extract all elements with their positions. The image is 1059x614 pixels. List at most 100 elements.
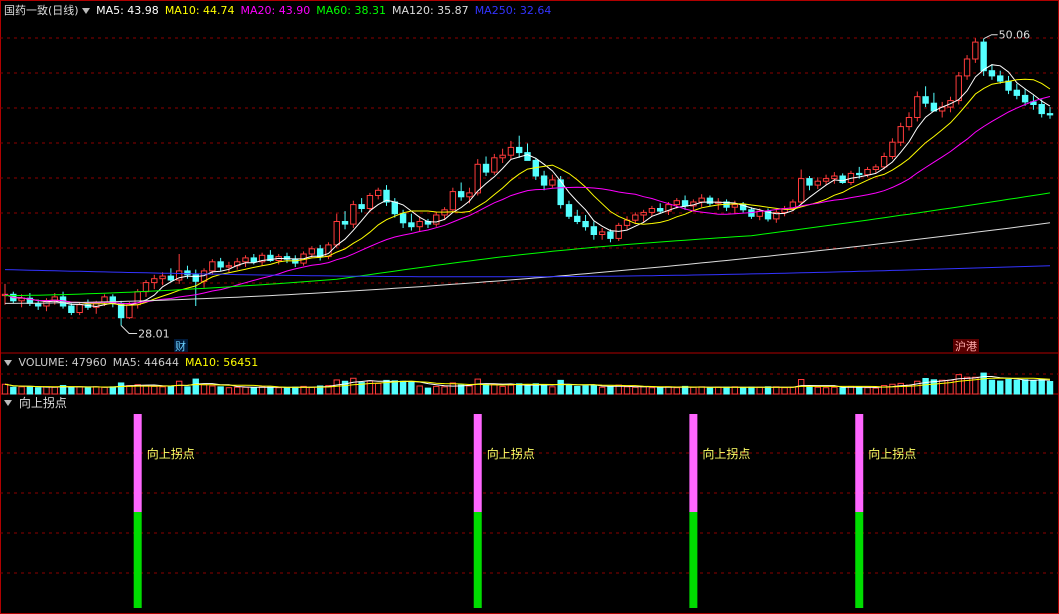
volume-bar-up	[308, 386, 316, 395]
volume-bar-up	[275, 387, 282, 395]
candle-up	[897, 126, 904, 143]
candle-up	[366, 195, 374, 209]
candle-down	[408, 222, 415, 228]
volume-bar-up	[366, 380, 374, 395]
volume-bar-down	[590, 384, 598, 395]
volume-bar-up	[872, 387, 880, 395]
candle-up	[963, 58, 971, 77]
candle-up	[491, 157, 498, 173]
volume-bar-up	[673, 387, 680, 395]
candle-down	[565, 204, 573, 217]
volume-bar-down	[582, 385, 589, 395]
candle-down	[524, 152, 531, 161]
volume-bar-down	[424, 387, 432, 395]
volume-bar-up	[773, 386, 780, 395]
volume-bar-down	[607, 386, 614, 395]
volume-bar-up	[640, 386, 647, 395]
candle-down	[540, 175, 548, 186]
volume-bar-up	[433, 385, 440, 395]
candle-up	[142, 282, 150, 293]
signal-bar-top	[473, 414, 482, 512]
volume-bar-down	[117, 382, 125, 395]
candle-up	[632, 214, 639, 221]
volume-bar-up	[623, 386, 631, 395]
candle-down	[997, 75, 1004, 82]
candle-up	[797, 178, 805, 203]
volume-bar-down	[10, 386, 17, 395]
volume-bar-up	[814, 386, 821, 395]
volume-bar-up	[242, 386, 249, 395]
volume-bar-up	[648, 387, 656, 395]
signal-label: 向上拐点	[868, 446, 916, 461]
candle-up	[151, 278, 158, 284]
volume-bar-up	[151, 385, 158, 395]
candle-up	[159, 275, 166, 280]
volume-bar-down	[391, 380, 398, 395]
volume-bar-down	[524, 385, 531, 395]
volume-bar-down	[806, 385, 813, 395]
candle-down	[1013, 89, 1021, 96]
candle-up	[466, 192, 473, 198]
candle-up	[308, 248, 316, 255]
signal-bar-bottom	[689, 512, 698, 608]
volume-bar-up	[101, 386, 108, 395]
low-label: 28.01	[138, 328, 170, 341]
volume-bar-up	[507, 384, 515, 395]
volume-bar-down	[1021, 379, 1029, 395]
volume-bar-down	[748, 386, 755, 395]
candle-up	[814, 180, 821, 186]
signal-bar-top	[855, 414, 864, 512]
candle-up	[333, 221, 340, 246]
candle-up	[673, 200, 680, 206]
candle-down	[341, 221, 349, 225]
volume-bar-down	[922, 378, 929, 395]
volume-bar-down	[84, 387, 92, 395]
volume-bar-down	[1005, 378, 1012, 395]
marker-financial: 财	[175, 339, 186, 353]
volume-bar-down	[565, 384, 573, 395]
volume-bar-up	[416, 385, 423, 395]
volume-bar-up	[43, 386, 50, 395]
volume-bar-up	[234, 386, 241, 395]
volume-bar-down	[574, 385, 581, 395]
volume-bar-down	[192, 378, 199, 395]
candle-up	[731, 204, 739, 208]
signal-bar-bottom	[855, 512, 864, 608]
candle-up	[880, 156, 888, 168]
volume-bar-up	[200, 384, 208, 395]
candle-up	[209, 261, 216, 272]
candle-down	[34, 302, 42, 307]
candle-up	[225, 265, 233, 268]
candle-down	[657, 208, 664, 212]
high-label: 50.06	[999, 29, 1031, 42]
low-arrow	[120, 325, 138, 334]
volume-bar-down	[184, 386, 191, 395]
volume-bar-up	[864, 387, 871, 395]
volume-bar-up	[690, 386, 697, 395]
signal-bar-bottom	[133, 512, 142, 608]
volume-bar-up	[632, 386, 639, 395]
volume-bar-up	[1, 383, 9, 395]
volume-bar-down	[217, 386, 224, 395]
volume-bar-up	[76, 386, 83, 395]
candle-down	[457, 191, 465, 198]
candle-up	[375, 189, 382, 197]
ma250-line	[4, 265, 1051, 278]
volume-bar-up	[350, 377, 357, 395]
volume-bar-down	[739, 387, 747, 395]
stock-chart[interactable]: 28.01 50.06 财 沪港向上拐点 向上拐点 向上拐点 向上拐点	[0, 0, 1059, 614]
volume-bar-up	[756, 386, 763, 395]
candle-down	[806, 178, 813, 186]
signal-label: 向上拐点	[147, 446, 195, 461]
volume-bar-up	[93, 386, 100, 395]
candle-down	[839, 175, 846, 183]
volume-bar-up	[963, 376, 971, 395]
candle-down	[980, 41, 987, 72]
candle-up	[126, 304, 133, 319]
volume-bar-up	[698, 386, 705, 395]
candle-up	[474, 163, 481, 194]
candle-down	[482, 163, 490, 173]
candle-down	[1005, 80, 1012, 91]
volume-bar-down	[557, 379, 564, 395]
candle-up	[549, 179, 556, 186]
